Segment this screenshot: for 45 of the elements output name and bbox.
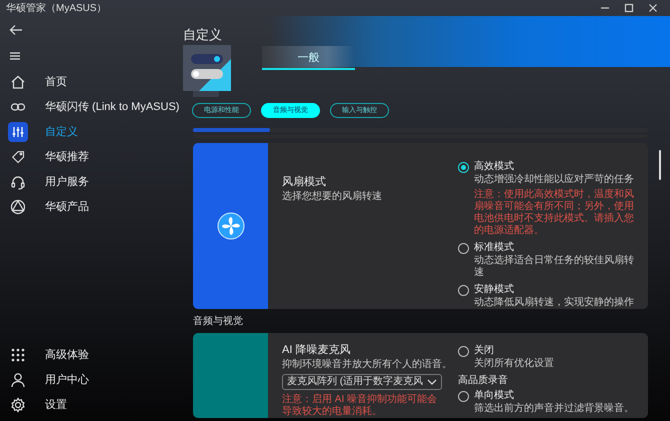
radio-button[interactable] xyxy=(458,285,469,296)
window-title: 华硕管家（MyASUS） xyxy=(6,2,107,15)
radio-button[interactable] xyxy=(458,391,469,402)
warning-text: 注意：启用 AI 噪音抑制功能可能会导致较大的电量消耗。 xyxy=(282,394,438,418)
scrollbar-thumb[interactable] xyxy=(659,150,661,180)
option-description: 动态选择适合日常任务的较佳风扇转速 xyxy=(474,255,635,279)
option-description: 动态增强冷却性能以应对严苛的任务 xyxy=(474,174,635,186)
option-label: 高效模式 xyxy=(474,161,515,173)
radio-button[interactable] xyxy=(458,243,469,254)
fan-icon xyxy=(216,212,244,240)
setting-title: AI 降噪麦克风 xyxy=(282,344,352,357)
nav-item[interactable]: 首页 xyxy=(0,69,180,94)
setting-title: 风扇模式 xyxy=(282,176,327,189)
back-arrow-icon[interactable] xyxy=(9,24,23,36)
tab[interactable]: 一般 xyxy=(262,46,355,70)
option-description: 筛选出前方的声音并过滤背景噪音。 xyxy=(474,403,634,415)
sliders-icon xyxy=(8,122,28,142)
close-icon[interactable] xyxy=(648,3,658,13)
nav-item[interactable]: 用户中心 xyxy=(0,367,180,392)
maximize-icon[interactable] xyxy=(624,3,634,13)
nav-item[interactable]: 设置 xyxy=(0,392,180,417)
nav-item[interactable]: 华硕闪传 (Link to MyASUS) xyxy=(0,94,180,119)
setting-description: 抑制环境噪音并放大所有个人的语音。 xyxy=(282,359,453,371)
toggle-switches-drawing xyxy=(183,45,233,97)
radio-button[interactable] xyxy=(458,346,469,357)
option-label: 安静模式 xyxy=(474,284,515,296)
page-title: 自定义 xyxy=(183,26,223,42)
group-title: 高品质录音 xyxy=(458,374,509,387)
setting-description: 选择您想要的风扇转速 xyxy=(282,191,383,203)
option-description: 动态降低风扇转速，实现安静的操作 xyxy=(474,297,634,309)
section-heading: 音频与视觉 xyxy=(193,316,244,328)
nav-item[interactable]: 华硕产品 xyxy=(0,194,180,219)
chevron-down-icon xyxy=(427,379,438,385)
option-label: 关闭 xyxy=(474,345,495,357)
option-label: 标准模式 xyxy=(474,242,515,254)
option-description: 关闭所有优化设置 xyxy=(474,358,554,370)
menu-icon[interactable] xyxy=(9,51,21,61)
option-label: 单向模式 xyxy=(474,390,515,402)
nav-item[interactable]: 自定义 xyxy=(0,119,180,144)
dropdown[interactable]: 麦克风阵列 (适用于数字麦克风 xyxy=(282,374,442,390)
warning-text: 注意：使用此高效模式时，温度和风扇噪音可能会有所不同；另外，使用电池供电时不支持此模式。请插入您的电源适配器。 xyxy=(474,189,635,237)
radio-button[interactable] xyxy=(458,162,469,173)
nav-item[interactable]: 华硕推荐 xyxy=(0,144,180,169)
nav-item[interactable]: 用户服务 xyxy=(0,169,180,194)
nav-item[interactable]: 高级体验 xyxy=(0,342,180,367)
